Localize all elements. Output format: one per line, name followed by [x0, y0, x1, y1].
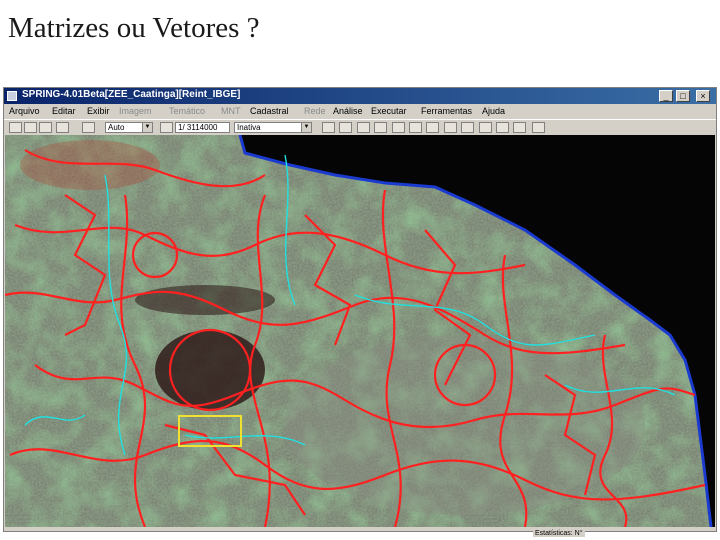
app-icon[interactable]	[7, 91, 17, 101]
scale-label: Estatísticas: N°	[533, 530, 585, 537]
title-bar[interactable]: SPRING-4.01Beta[ZEE_Caatinga][Reint_IBGE…	[4, 88, 716, 104]
slide-title: Matrizes ou Vetores ?	[8, 12, 260, 44]
close-button[interactable]: ×	[696, 90, 710, 102]
panel-control-icon[interactable]	[56, 122, 69, 133]
chevron-down-icon[interactable]: ▼	[142, 123, 152, 132]
cursor-icon[interactable]	[409, 122, 422, 133]
zoom-select[interactable]: Auto ▼	[105, 122, 153, 133]
menu-cadastral[interactable]: Cadastral	[250, 106, 289, 116]
menu-bar: Arquivo Editar Exibir Imagem Temático MN…	[4, 104, 716, 119]
zoom-in-icon[interactable]	[357, 122, 370, 133]
open-layer-icon[interactable]	[39, 122, 52, 133]
menu-tematico[interactable]: Temático	[169, 106, 205, 116]
scale-icon[interactable]	[160, 122, 173, 133]
minimize-button[interactable]: _	[659, 90, 673, 102]
menu-imagem[interactable]: Imagem	[119, 106, 152, 116]
tools-icon[interactable]	[532, 122, 545, 133]
spring-window: SPRING-4.01Beta[ZEE_Caatinga][Reint_IBGE…	[3, 87, 717, 532]
layer-value: Inativa	[237, 123, 261, 132]
open-project-icon[interactable]	[24, 122, 37, 133]
menu-exibir[interactable]: Exibir	[87, 106, 110, 116]
menu-ferramentas[interactable]: Ferramentas	[421, 106, 472, 116]
pointer-icon[interactable]	[339, 122, 352, 133]
maximize-button[interactable]: □	[676, 90, 690, 102]
undo-icon[interactable]	[513, 122, 526, 133]
open-database-icon[interactable]	[9, 122, 22, 133]
menu-arquivo[interactable]: Arquivo	[9, 106, 40, 116]
draw-icon[interactable]	[322, 122, 335, 133]
map-canvas[interactable]	[5, 135, 715, 527]
info-icon[interactable]	[392, 122, 405, 133]
zoom-value: Auto	[108, 123, 125, 132]
zoom-icon[interactable]	[82, 122, 95, 133]
chevron-down-icon[interactable]: ▼	[301, 123, 311, 132]
vector-edit-icon[interactable]	[444, 122, 457, 133]
toolbar: Auto ▼ 1/ 3114000 Inativa ▼	[4, 119, 716, 135]
menu-editar[interactable]: Editar	[52, 106, 76, 116]
arc-icon[interactable]	[496, 122, 509, 133]
menu-executar[interactable]: Executar	[371, 106, 407, 116]
pan-icon[interactable]	[374, 122, 387, 133]
status-bar	[4, 527, 716, 531]
menu-analise[interactable]: Análise	[333, 106, 363, 116]
window-title: SPRING-4.01Beta[ZEE_Caatinga][Reint_IBGE…	[22, 89, 241, 100]
menu-mnt[interactable]: MNT	[221, 106, 241, 116]
layer-select[interactable]: Inativa ▼	[234, 122, 312, 133]
menu-ajuda[interactable]: Ajuda	[482, 106, 505, 116]
move-icon[interactable]	[461, 122, 474, 133]
node-icon[interactable]	[479, 122, 492, 133]
menu-rede[interactable]: Rede	[304, 106, 326, 116]
line-icon[interactable]	[426, 122, 439, 133]
scale-value: 1/ 3114000	[178, 123, 218, 132]
scale-input[interactable]: 1/ 3114000	[175, 122, 230, 133]
